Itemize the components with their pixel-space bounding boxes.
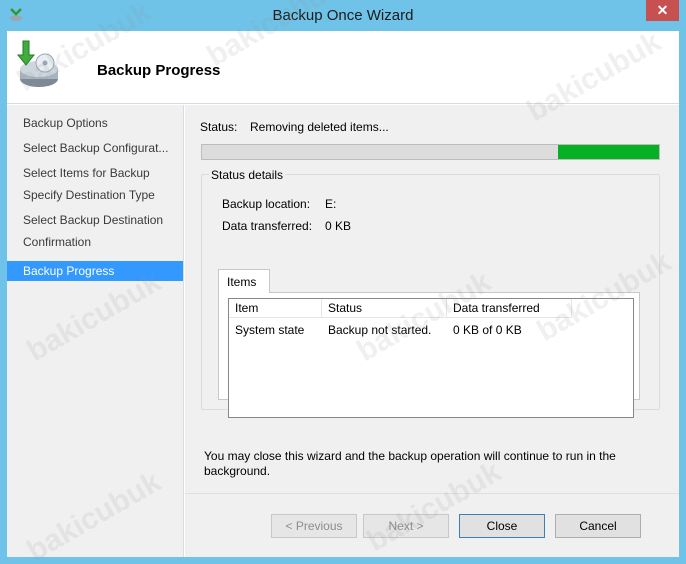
nav-item-backup-destination[interactable]: Select Backup Destination xyxy=(7,210,183,230)
tab-items[interactable]: Items xyxy=(218,269,270,293)
data-transferred-label: Data transferred: xyxy=(222,219,313,233)
nav-item-destination-type[interactable]: Specify Destination Type xyxy=(7,185,183,205)
row-item-cell: System state xyxy=(235,323,305,337)
backup-disk-icon xyxy=(16,40,58,87)
backup-location-label: Backup location: xyxy=(222,197,311,211)
row-status-cell: Backup not started. xyxy=(328,323,432,337)
page-title: Backup Progress xyxy=(97,62,221,79)
nav-item-select-items[interactable]: Select Items for Backup xyxy=(7,163,183,183)
progress-bar xyxy=(201,144,660,160)
wizard-window: Backup Once Wizard ✕ Backup Progress Bac… xyxy=(0,0,686,564)
data-transferred-value: 0 KB xyxy=(325,219,352,233)
footer-divider xyxy=(185,493,679,494)
window-title: Backup Once Wizard xyxy=(272,7,414,24)
status-details-title: Status details xyxy=(209,168,286,182)
next-button[interactable]: Next > xyxy=(363,514,449,538)
progress-bar-fill xyxy=(558,145,659,159)
column-header-item[interactable]: Item xyxy=(229,299,322,318)
items-list[interactable]: Item Status Data transferred System stat… xyxy=(228,298,634,418)
cancel-button[interactable]: Cancel xyxy=(555,514,641,538)
column-header-data-transferred[interactable]: Data transferred xyxy=(447,299,572,318)
row-data-transferred-cell: 0 KB of 0 KB xyxy=(453,323,522,337)
column-header-status[interactable]: Status xyxy=(322,299,447,318)
items-tab-panel: Item Status Data transferred System stat… xyxy=(218,292,640,418)
client-area: Backup Progress Backup Options Select Ba… xyxy=(7,31,679,557)
nav-item-backup-progress[interactable]: Backup Progress xyxy=(7,261,183,281)
wizard-steps-nav: Backup Options Select Backup Configurat.… xyxy=(7,105,184,557)
main-panel: Status: Removing deleted items... Status… xyxy=(185,105,679,557)
status-label: Status: xyxy=(200,120,238,134)
previous-button[interactable]: < Previous xyxy=(271,514,357,538)
nav-item-confirmation[interactable]: Confirmation xyxy=(7,232,183,252)
close-wizard-note: You may close this wizard and the backup… xyxy=(204,449,616,478)
wizard-header: Backup Progress xyxy=(7,31,679,104)
status-value: Removing deleted items... xyxy=(250,120,389,134)
close-button[interactable]: Close xyxy=(459,514,545,538)
title-bar[interactable]: Backup Once Wizard ✕ xyxy=(0,0,686,31)
nav-item-select-backup-configuration[interactable]: Select Backup Configurat... xyxy=(7,138,183,158)
window-close-button[interactable]: ✕ xyxy=(646,0,679,21)
nav-item-backup-options[interactable]: Backup Options xyxy=(7,113,183,133)
backup-location-value: E: xyxy=(325,197,337,211)
